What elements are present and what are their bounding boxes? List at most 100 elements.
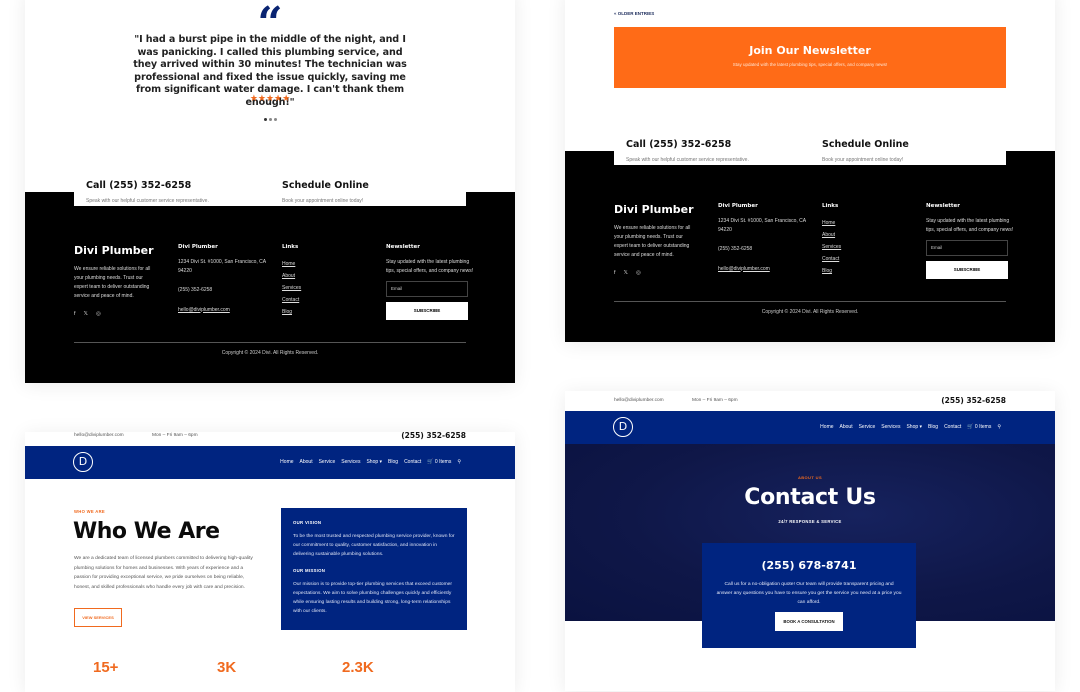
- stat-value: 3K: [217, 659, 237, 676]
- footer-contact: Divi Plumber 1234 Divi St. #1000, San Fr…: [178, 244, 282, 320]
- footer-link-about[interactable]: About: [822, 229, 926, 241]
- newsletter-banner-title: Join Our Newsletter: [749, 44, 871, 57]
- call-cta[interactable]: Call (255) 352-6258 Speak with our helpf…: [614, 129, 810, 165]
- cta-box: Call (255) 352-6258 Speak with our helpf…: [614, 129, 1006, 165]
- hero-eyebrow: ABOUT US: [797, 475, 823, 480]
- social-links: f 𝕏 ◎: [614, 270, 718, 276]
- search-icon[interactable]: ⚲: [457, 459, 461, 465]
- nav-service[interactable]: Service: [859, 424, 876, 430]
- subscribe-button[interactable]: SUBSCRIBE: [386, 302, 468, 320]
- footer-address: 1234 Divi St. #1000, San Francisco, CA 9…: [178, 259, 266, 274]
- nav-blog[interactable]: Blog: [928, 424, 938, 430]
- top-bar: hello@diviplumber.com Mon – Fri 9am – 6p…: [565, 391, 1055, 411]
- footer-columns: Divi Plumber We ensure reliable solution…: [74, 244, 490, 320]
- footer-divider: [614, 301, 1006, 302]
- footer-newsletter-title: Newsletter: [386, 244, 421, 250]
- footer-brand-desc: We ensure reliable solutions for all you…: [74, 266, 151, 299]
- schedule-cta[interactable]: Schedule Online Book your appointment on…: [810, 129, 1006, 165]
- contact-phone[interactable]: (255) 678-8741: [702, 559, 916, 572]
- slide-dot[interactable]: [273, 118, 277, 121]
- instagram-icon[interactable]: ◎: [96, 311, 101, 317]
- header-email[interactable]: hello@diviplumber.com: [614, 398, 664, 403]
- mission-text: Our mission is to provide top-tier plumb…: [293, 582, 453, 614]
- footer-link-contact[interactable]: Contact: [282, 294, 386, 306]
- divi-logo[interactable]: D: [73, 452, 93, 472]
- slide-dot[interactable]: [263, 118, 267, 121]
- call-cta[interactable]: Call (255) 352-6258 Speak with our helpf…: [74, 170, 270, 206]
- mission-title: OUR MISSION: [293, 568, 326, 573]
- footer-newsletter: Newsletter Stay updated with the latest …: [926, 203, 1030, 279]
- social-links: f 𝕏 ◎: [74, 311, 178, 317]
- newsletter-banner: Join Our Newsletter Stay updated with th…: [614, 27, 1006, 88]
- view-services-button[interactable]: VIEW SERVICES: [74, 608, 122, 627]
- subscribe-button[interactable]: SUBSCRIBE: [926, 261, 1008, 279]
- divi-logo[interactable]: D: [613, 417, 633, 437]
- footer-email-link[interactable]: hello@diviplumber.com: [718, 265, 808, 274]
- header-hours: Mon – Fri 9am – 6pm: [152, 433, 198, 438]
- section-title: Who We Are: [73, 519, 220, 544]
- header-email[interactable]: hello@diviplumber.com: [74, 433, 124, 438]
- footer-link-about[interactable]: About: [282, 270, 386, 282]
- schedule-title: Schedule Online: [822, 139, 909, 150]
- newsletter-email-input[interactable]: Email: [926, 240, 1008, 256]
- call-title: Call (255) 352-6258: [626, 139, 732, 150]
- older-entries-link[interactable]: « OLDER ENTRIES: [614, 11, 654, 16]
- call-subtitle: Speak with our helpful customer service …: [86, 198, 209, 204]
- book-consultation-button[interactable]: BOOK A CONSULTATION: [775, 612, 843, 631]
- newsletter-banner-subtitle: Stay updated with the latest plumbing ti…: [732, 62, 888, 67]
- nav-services[interactable]: Services: [881, 424, 900, 430]
- copyright: Copyright © 2024 Divi. All Rights Reserv…: [221, 350, 319, 356]
- facebook-icon[interactable]: f: [74, 311, 76, 317]
- search-icon[interactable]: ⚲: [997, 424, 1001, 430]
- hero-title: Contact Us: [744, 485, 876, 510]
- nav-about[interactable]: About: [300, 459, 313, 465]
- nav-blog[interactable]: Blog: [388, 459, 398, 465]
- facebook-icon[interactable]: f: [614, 270, 616, 276]
- footer-contact-title: Divi Plumber: [718, 203, 758, 209]
- nav-service[interactable]: Service: [319, 459, 336, 465]
- contact-text: Call us for a no-obligation quote! Our t…: [716, 582, 902, 605]
- vision-title: OUR VISION: [293, 520, 322, 525]
- cart-icon: 🛒: [427, 459, 434, 465]
- x-icon[interactable]: 𝕏: [624, 270, 628, 276]
- x-icon[interactable]: 𝕏: [84, 311, 88, 317]
- rating-stars: ★★★★★: [249, 93, 291, 103]
- nav-about[interactable]: About: [840, 424, 853, 430]
- nav-shop[interactable]: Shop ▾: [906, 424, 922, 430]
- footer-links-title: Links: [282, 244, 299, 250]
- footer-link-home[interactable]: Home: [282, 258, 386, 270]
- nav-contact[interactable]: Contact: [944, 424, 961, 430]
- footer-brand-name: Divi Plumber: [74, 244, 154, 257]
- contact-page-preview: hello@diviplumber.com Mon – Fri 9am – 6p…: [565, 391, 1055, 691]
- footer-columns: Divi Plumber We ensure reliable solution…: [614, 203, 1030, 279]
- nav-services[interactable]: Services: [341, 459, 360, 465]
- header-phone[interactable]: (255) 352-6258: [941, 396, 1006, 405]
- cart-link[interactable]: 🛒 0 Items: [967, 424, 991, 430]
- cart-icon: 🛒: [967, 424, 974, 430]
- schedule-cta[interactable]: Schedule Online Book your appointment on…: [270, 170, 466, 206]
- stat-value: 2.3K: [342, 659, 374, 676]
- footer-link-services[interactable]: Services: [282, 282, 386, 294]
- slide-dot[interactable]: [268, 118, 272, 121]
- footer-phone: (255) 352-6258: [718, 246, 753, 252]
- slider-dots[interactable]: [25, 108, 515, 126]
- header-phone[interactable]: (255) 352-6258: [401, 432, 466, 440]
- nav-home[interactable]: Home: [820, 424, 833, 430]
- footer-link-home[interactable]: Home: [822, 217, 926, 229]
- newsletter-email-input[interactable]: Email: [386, 281, 468, 297]
- top-bar: hello@diviplumber.com Mon – Fri 9am – 6p…: [25, 432, 515, 443]
- nav-contact[interactable]: Contact: [404, 459, 421, 465]
- footer-contact: Divi Plumber 1234 Divi St. #1000, San Fr…: [718, 203, 822, 279]
- instagram-icon[interactable]: ◎: [636, 270, 641, 276]
- footer-link-services[interactable]: Services: [822, 241, 926, 253]
- footer-links-title: Links: [822, 203, 839, 209]
- cart-link[interactable]: 🛒 0 Items: [427, 459, 451, 465]
- nav-home[interactable]: Home: [280, 459, 293, 465]
- footer-email-link[interactable]: hello@diviplumber.com: [178, 306, 268, 315]
- footer-link-blog[interactable]: Blog: [822, 265, 926, 277]
- footer-link-blog[interactable]: Blog: [282, 306, 386, 318]
- footer-brand: Divi Plumber We ensure reliable solution…: [614, 203, 718, 279]
- nav-shop[interactable]: Shop ▾: [366, 459, 382, 465]
- stat-value: 15+: [93, 659, 119, 676]
- footer-link-contact[interactable]: Contact: [822, 253, 926, 265]
